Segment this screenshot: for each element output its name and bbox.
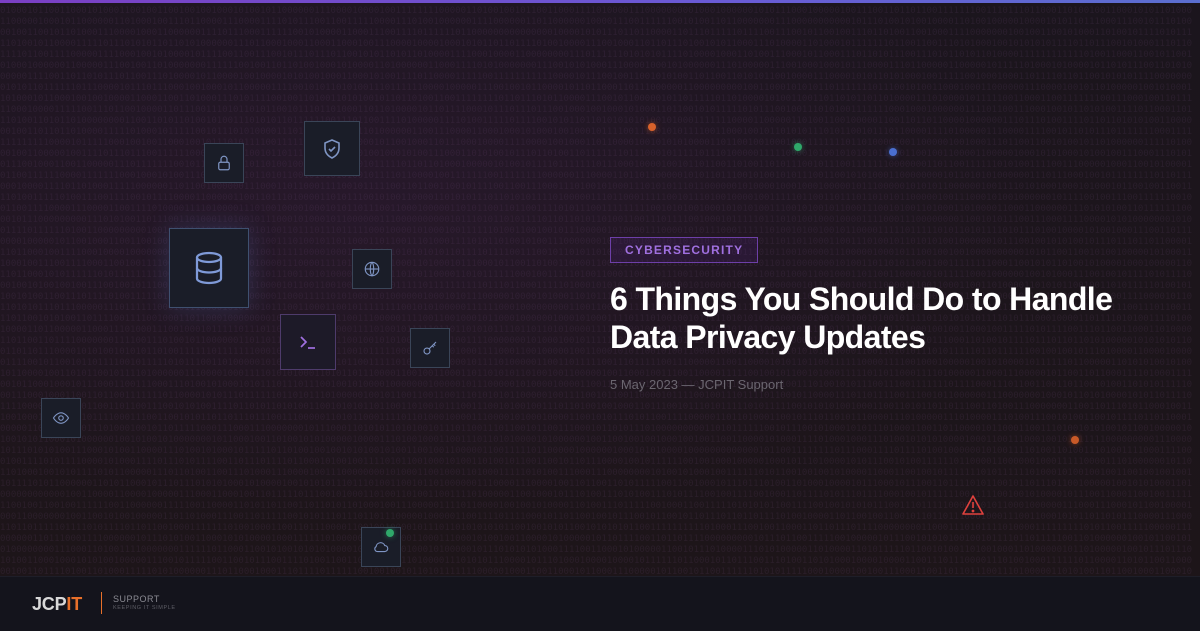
shield-check-icon xyxy=(304,121,360,176)
warning-icon xyxy=(961,494,985,521)
blue-dot xyxy=(889,148,897,156)
key-icon xyxy=(410,328,450,368)
green-dot xyxy=(386,529,394,537)
jcpit-logo[interactable]: JCPIT xyxy=(32,594,82,615)
orange-dot xyxy=(1071,436,1079,444)
logo-tagline-support: SUPPORT xyxy=(113,594,160,604)
lock-icon xyxy=(204,143,244,183)
orange-dot xyxy=(648,123,656,131)
green-dot xyxy=(794,143,802,151)
accent-top-line xyxy=(0,0,1200,3)
eye-icon xyxy=(41,398,81,438)
post-title: 6 Things You Should Do to Handle Data Pr… xyxy=(610,281,1113,355)
post-meta: 5 May 2023 — JCPIT Support xyxy=(610,377,784,392)
footer-bar: JCPIT SUPPORT KEEPING IT SIMPLE xyxy=(0,576,1200,631)
database-icon xyxy=(169,228,249,308)
logo-text-it: IT xyxy=(66,594,83,614)
terminal-icon xyxy=(280,314,336,370)
globe-icon xyxy=(352,249,392,289)
category-badge[interactable]: CYBERSECURITY xyxy=(610,237,759,263)
logo-tagline-slogan: KEEPING IT SIMPLE xyxy=(113,605,176,611)
cloud-icon xyxy=(361,527,401,567)
logo-divider xyxy=(101,592,102,614)
logo-text-jcp: JCP xyxy=(32,594,67,614)
hero-banner: 0100010110011000101000110010011001001001… xyxy=(0,0,1200,576)
